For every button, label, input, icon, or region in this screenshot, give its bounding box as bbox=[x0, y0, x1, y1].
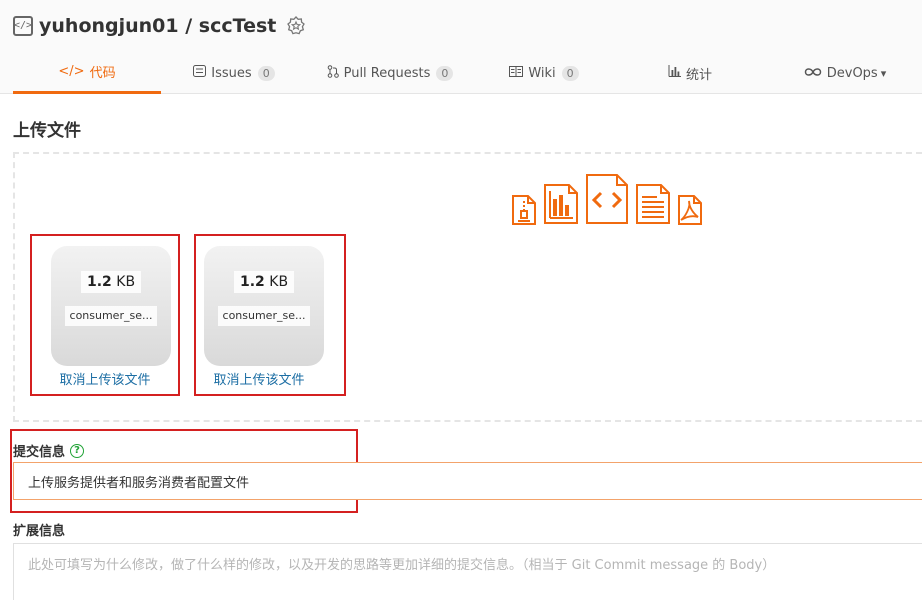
uploaded-file-1: 1.2 KB consumer_se... 取消上传该文件 bbox=[30, 234, 180, 396]
wiki-count-badge: 0 bbox=[561, 65, 579, 81]
issues-count-badge: 0 bbox=[257, 65, 275, 81]
repo-header: </> yuhongjun01 / sccTest </> 代码 Issues … bbox=[0, 0, 922, 94]
tab-issues[interactable]: Issues 0 bbox=[170, 52, 298, 94]
tab-pull-requests-label: Pull Requests bbox=[343, 65, 431, 81]
pull-request-icon bbox=[327, 64, 339, 82]
repo-tabs: </> 代码 Issues 0 Pull Requests 0 Wiki 0 统… bbox=[0, 52, 922, 94]
file-size: 1.2 KB bbox=[81, 271, 142, 293]
chart-file-icon bbox=[543, 183, 579, 230]
tab-code[interactable]: </> 代码 bbox=[13, 52, 161, 94]
repo-name-link[interactable]: sccTest bbox=[199, 15, 277, 37]
devops-icon bbox=[804, 66, 822, 81]
file-thumbnail: 1.2 KB consumer_se... bbox=[204, 246, 324, 366]
pdf-file-icon bbox=[677, 195, 703, 230]
help-icon[interactable]: ? bbox=[70, 443, 85, 458]
tab-wiki-label: Wiki bbox=[528, 65, 556, 81]
repo-title: </> yuhongjun01 / sccTest bbox=[13, 13, 306, 39]
wiki-icon bbox=[509, 65, 524, 81]
extended-info-textarea[interactable] bbox=[13, 543, 922, 600]
tab-wiki[interactable]: Wiki 0 bbox=[490, 52, 598, 94]
repo-separator: / bbox=[178, 15, 199, 37]
repository-code-icon: </> bbox=[13, 16, 33, 36]
issues-icon bbox=[193, 65, 207, 81]
cancel-upload-link[interactable]: 取消上传该文件 bbox=[32, 369, 178, 388]
file-thumbnail: 1.2 KB consumer_se... bbox=[51, 246, 171, 366]
code-file-icon bbox=[585, 173, 629, 230]
pull-requests-count-badge: 0 bbox=[436, 65, 454, 81]
zip-file-icon bbox=[511, 195, 537, 230]
commit-message-label-text: 提交信息 bbox=[13, 445, 66, 460]
commit-message-label: 提交信息 ? bbox=[13, 441, 85, 460]
tab-code-label: 代码 bbox=[89, 66, 116, 81]
repo-owner-link[interactable]: yuhongjun01 bbox=[39, 15, 179, 37]
tab-issues-label: Issues bbox=[211, 65, 252, 81]
extended-info-label: 扩展信息 bbox=[13, 524, 66, 539]
chart-icon bbox=[668, 65, 681, 81]
tab-statistics-label: 统计 bbox=[685, 67, 712, 83]
cancel-upload-link[interactable]: 取消上传该文件 bbox=[186, 369, 332, 388]
upload-dropzone[interactable]: 1.2 KB consumer_se... 取消上传该文件 1.2 KB con… bbox=[13, 152, 922, 422]
text-file-icon bbox=[635, 183, 671, 230]
file-type-icons bbox=[511, 174, 703, 230]
tab-devops-label: DevOps bbox=[826, 65, 878, 81]
commit-message-input[interactable] bbox=[13, 462, 922, 500]
tab-statistics[interactable]: 统计 bbox=[640, 52, 740, 94]
file-name: consumer_se... bbox=[218, 306, 310, 326]
code-icon: </> bbox=[58, 64, 85, 79]
page-title: 上传文件 bbox=[13, 121, 81, 141]
file-size: 1.2 KB bbox=[234, 271, 295, 293]
tab-pull-requests[interactable]: Pull Requests 0 bbox=[310, 52, 470, 94]
tab-devops[interactable]: DevOps ▾ bbox=[790, 52, 900, 94]
file-name: consumer_se... bbox=[65, 306, 157, 326]
uploaded-file-2: 1.2 KB consumer_se... 取消上传该文件 bbox=[194, 234, 346, 396]
chevron-down-icon: ▾ bbox=[880, 66, 887, 80]
recommended-badge-icon[interactable] bbox=[286, 16, 306, 36]
